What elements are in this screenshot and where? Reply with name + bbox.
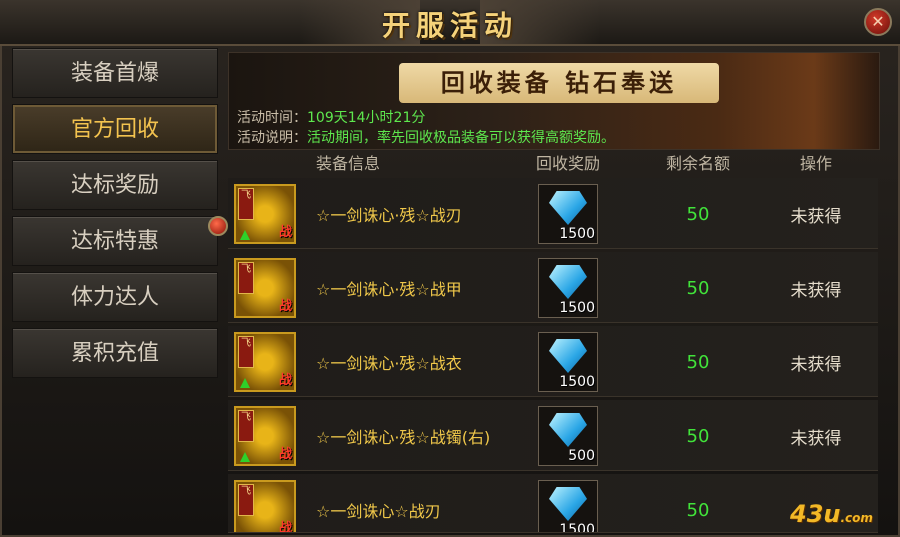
header-equip-info: 装备信息 [315, 154, 380, 173]
event-time-value: 109天14小时21分 [307, 110, 426, 126]
header-reward: 回收奖励 [535, 154, 600, 173]
fly-tag: 飞 [238, 336, 254, 368]
diamond-icon [549, 265, 587, 299]
item-name: ☆一剑诛心·残☆战镯(右) [316, 428, 491, 447]
sidebar-item-level-discount[interactable]: 达标特惠 [12, 216, 218, 266]
site-watermark: 43u.com [790, 500, 873, 528]
equipment-blade-icon[interactable]: 飞 战 [234, 184, 296, 244]
header-remaining: 剩余名额 [665, 154, 730, 173]
status-label: 未获得 [790, 355, 842, 375]
table-row: 飞 战 ☆一剑诛心·残☆战甲 1500 50 未获得 [228, 252, 878, 323]
sidebar: 装备首爆 官方回收 达标奖励 达标特惠 体力达人 累积充值 [12, 46, 228, 532]
status-label: 未获得 [790, 207, 842, 227]
diamond-icon [549, 191, 587, 225]
watermark-main: 43u [790, 500, 841, 528]
event-time-label: 活动时间： [237, 110, 307, 126]
equipment-armor-icon[interactable]: 飞 战 [234, 258, 296, 318]
reward-slot[interactable]: 1500 [538, 258, 598, 318]
event-banner: 回收装备 钻石奉送 活动时间：109天14小时21分 活动说明：活动期间，率先回… [228, 52, 880, 150]
status-label: 未获得 [790, 429, 842, 449]
upgrade-arrow-icon [240, 378, 250, 388]
banner-title: 回收装备 钻石奉送 [399, 63, 719, 103]
reward-slot[interactable]: 1500 [538, 480, 598, 533]
upgrade-arrow-icon [240, 452, 250, 462]
remaining-count: 50 [686, 278, 710, 299]
notification-dot-icon [208, 216, 228, 236]
warrior-mark: 战 [278, 521, 292, 533]
equipment-bracelet-icon[interactable]: 飞 战 [234, 406, 296, 466]
title-bar: 开服活动 ✕ [0, 0, 900, 46]
watermark-suffix: .com [840, 511, 873, 525]
diamond-icon [549, 487, 587, 521]
table-row: 飞 战 ☆一剑诛心☆战刃 1500 50 [228, 474, 878, 533]
window-title: 开服活动 [381, 9, 518, 42]
remaining-count: 50 [686, 204, 710, 225]
table-row: 飞 战 ☆一剑诛心·残☆战刃 1500 50 未获得 [228, 178, 878, 249]
main-panel: 回收装备 钻石奉送 活动时间：109天14小时21分 活动说明：活动期间，率先回… [228, 46, 880, 533]
reward-amount: 500 [568, 448, 595, 464]
warrior-mark: 战 [278, 373, 292, 388]
equipment-blade-icon[interactable]: 飞 战 [234, 480, 296, 533]
reward-amount: 1500 [559, 300, 595, 316]
warrior-mark: 战 [278, 447, 292, 462]
diamond-icon [549, 413, 587, 447]
event-time-line: 活动时间：109天14小时21分 [237, 107, 425, 127]
sidebar-item-equip-first-drop[interactable]: 装备首爆 [12, 48, 218, 98]
warrior-mark: 战 [278, 225, 292, 240]
item-name: ☆一剑诛心·残☆战甲 [316, 280, 462, 299]
fly-tag: 飞 [238, 188, 254, 220]
fly-tag: 飞 [238, 410, 254, 442]
sidebar-item-official-recycle[interactable]: 官方回收 [12, 104, 218, 154]
table-header: 装备信息 回收奖励 剩余名额 操作 [228, 150, 878, 174]
reward-amount: 1500 [559, 226, 595, 242]
event-desc-line: 活动说明：活动期间，率先回收极品装备可以获得高额奖励。 [237, 127, 615, 147]
close-button[interactable]: ✕ [864, 8, 892, 36]
warrior-mark: 战 [278, 299, 292, 314]
item-name: ☆一剑诛心·残☆战刃 [316, 206, 462, 225]
table-row: 飞 战 ☆一剑诛心·残☆战衣 1500 50 未获得 [228, 326, 878, 397]
reward-slot[interactable]: 500 [538, 406, 598, 466]
sidebar-item-level-reward[interactable]: 达标奖励 [12, 160, 218, 210]
reward-slot[interactable]: 1500 [538, 184, 598, 244]
item-name: ☆一剑诛心·残☆战衣 [316, 354, 462, 373]
remaining-count: 50 [686, 352, 710, 373]
reward-slot[interactable]: 1500 [538, 332, 598, 392]
sidebar-item-stamina-master[interactable]: 体力达人 [12, 272, 218, 322]
reward-amount: 1500 [559, 374, 595, 390]
event-desc-value: 活动期间，率先回收极品装备可以获得高额奖励。 [307, 130, 615, 146]
remaining-count: 50 [686, 500, 710, 521]
equipment-robe-icon[interactable]: 飞 战 [234, 332, 296, 392]
reward-amount: 1500 [559, 522, 595, 533]
remaining-count: 50 [686, 426, 710, 447]
header-action: 操作 [799, 154, 832, 173]
fly-tag: 飞 [238, 484, 254, 516]
item-name: ☆一剑诛心☆战刃 [316, 502, 441, 521]
status-label: 未获得 [790, 281, 842, 301]
event-desc-label: 活动说明： [237, 130, 307, 146]
fly-tag: 飞 [238, 262, 254, 294]
sidebar-item-accumulated-recharge[interactable]: 累积充值 [12, 328, 218, 378]
upgrade-arrow-icon [240, 230, 250, 240]
diamond-icon [549, 339, 587, 373]
table-row: 飞 战 ☆一剑诛心·残☆战镯(右) 500 50 未获得 [228, 400, 878, 471]
